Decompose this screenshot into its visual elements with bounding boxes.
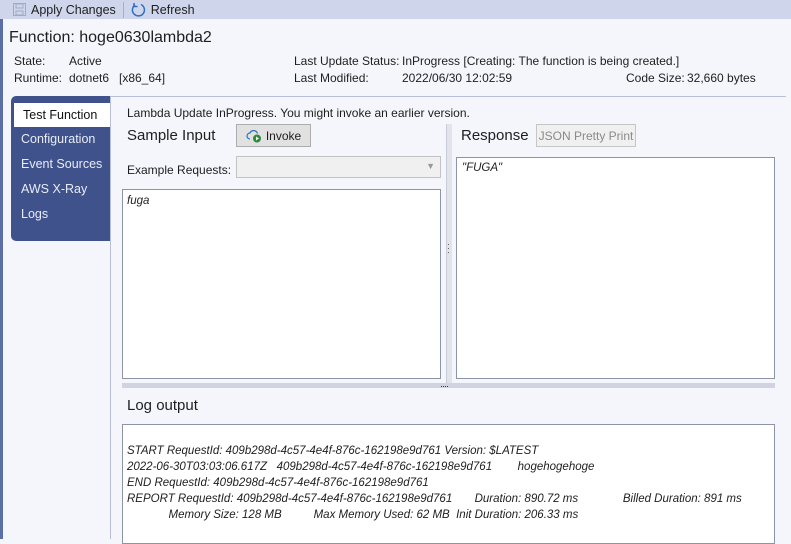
window-edge — [0, 0, 3, 539]
splitter-grip-icon: · · · — [447, 240, 450, 257]
state-value: Active — [69, 54, 102, 68]
architecture-value: [x86_64] — [119, 71, 166, 85]
log-line: Memory Size: 128 MB Max Memory Used: 62 … — [127, 509, 579, 521]
log-line: REPORT RequestId: 409b298d-4c57-4e4f-876… — [127, 493, 742, 505]
log-line: END RequestId: 409b298d-4c57-4e4f-876c-1… — [127, 477, 429, 489]
sidebar-item-aws-x-ray[interactable]: AWS X-Ray — [11, 177, 111, 201]
code-size-label: Code Size: — [626, 71, 685, 85]
json-pretty-print-button[interactable]: JSON Pretty Print — [536, 124, 636, 147]
invoke-button[interactable]: Invoke — [236, 124, 311, 147]
sample-input-heading: Sample Input — [127, 127, 216, 144]
save-icon — [13, 3, 26, 16]
refresh-icon — [131, 3, 145, 17]
log-line: START RequestId: 409b298d-4c57-4e4f-876c… — [127, 445, 539, 457]
refresh-button[interactable]: Refresh — [126, 0, 200, 19]
log-output-heading: Log output — [127, 397, 198, 414]
response-value: "FUGA" — [462, 162, 503, 174]
sample-input-value: fuga — [127, 195, 150, 207]
function-title: Function: hoge0630lambda2 — [9, 29, 212, 46]
cloud-run-icon — [246, 129, 261, 142]
code-size-value: 32,660 bytes — [687, 71, 756, 85]
runtime-value: dotnet6 — [69, 71, 110, 85]
example-requests-label: Example Requests: — [127, 163, 232, 177]
invoke-label: Invoke — [265, 128, 302, 143]
update-notice: Lambda Update InProgress. You might invo… — [127, 106, 470, 120]
sidebar-item-configuration[interactable]: Configuration — [11, 127, 111, 151]
state-label: State: — [14, 54, 46, 68]
chevron-down-icon: ▼ — [426, 161, 435, 171]
apply-changes-label: Apply Changes — [31, 2, 116, 17]
sidebar-item-logs[interactable]: Logs — [11, 202, 111, 226]
response-heading: Response — [461, 127, 529, 144]
sidebar-item-test-function[interactable]: Test Function — [14, 103, 111, 127]
apply-changes-button[interactable]: Apply Changes — [8, 0, 121, 19]
toolbar: Apply Changes Refresh — [0, 0, 791, 19]
last-update-status-label: Last Update Status: — [294, 54, 400, 68]
log-output-textarea[interactable]: START RequestId: 409b298d-4c57-4e4f-876c… — [122, 424, 775, 544]
last-modified-value: 2022/06/30 12:02:59 — [402, 71, 513, 85]
sample-input-textarea[interactable]: fuga — [122, 189, 441, 379]
example-requests-dropdown[interactable]: ▼ — [236, 156, 441, 178]
sidebar: Test Function Configuration Event Source… — [11, 96, 111, 241]
splitter-grip-icon: ···· — [440, 381, 449, 391]
horizontal-splitter[interactable] — [122, 383, 775, 388]
response-textarea[interactable]: "FUGA" — [456, 157, 775, 379]
json-pretty-print-label: JSON Pretty Print — [538, 128, 634, 143]
runtime-label: Runtime: — [14, 71, 63, 85]
log-line: 2022-06-30T03:03:06.617Z 409b298d-4c57-4… — [127, 461, 595, 473]
last-update-status-value: InProgress [Creating: The function is be… — [402, 54, 680, 68]
sidebar-item-event-sources[interactable]: Event Sources — [11, 152, 111, 176]
last-modified-label: Last Modified: — [294, 71, 369, 85]
toolbar-separator — [122, 1, 124, 18]
refresh-label: Refresh — [150, 2, 195, 17]
